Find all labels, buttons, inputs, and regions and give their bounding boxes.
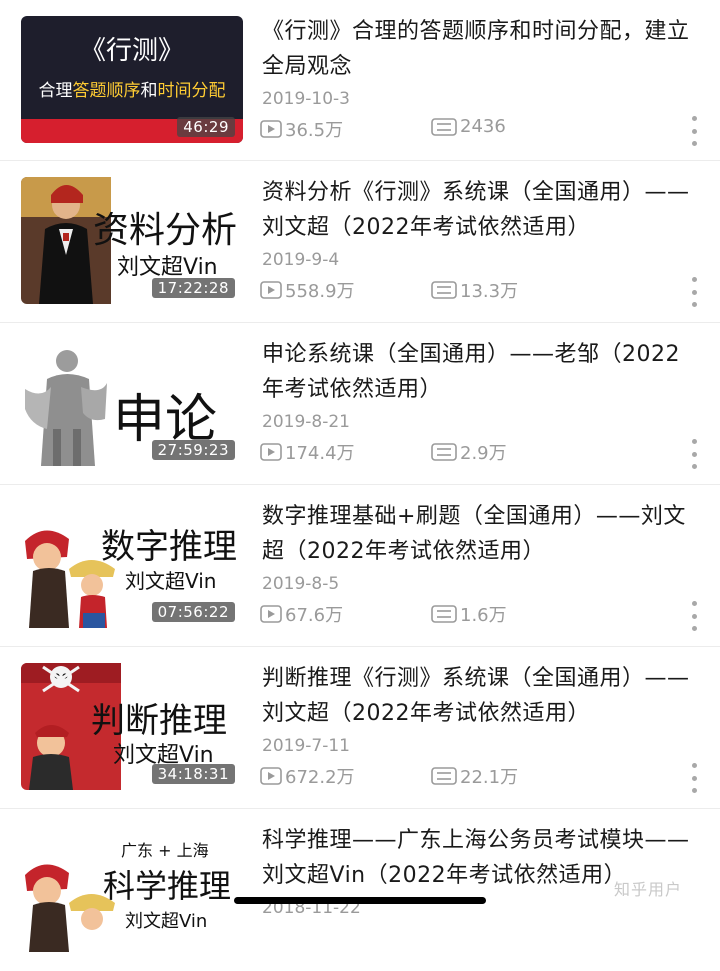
view-count: 672.2万 bbox=[260, 763, 355, 789]
comment-icon bbox=[431, 605, 457, 623]
video-item[interactable]: 《行测》 合理答题顺序和时间分配 46:29 《行测》合理的答题顺序和时间分配，… bbox=[0, 0, 720, 161]
more-vertical-icon[interactable] bbox=[690, 116, 698, 146]
video-list: 《行测》 合理答题顺序和时间分配 46:29 《行测》合理的答题顺序和时间分配，… bbox=[0, 0, 720, 971]
comment-count: 2436 bbox=[431, 116, 506, 137]
view-count: 558.9万 bbox=[260, 277, 355, 303]
comment-icon bbox=[431, 281, 457, 299]
comment-count: 22.1万 bbox=[431, 763, 518, 789]
play-icon bbox=[260, 443, 282, 461]
video-date: 2019-10-3 bbox=[262, 89, 350, 109]
duration-badge: 07:56:22 bbox=[151, 602, 235, 622]
thumbnail-title: 《行测》 bbox=[79, 36, 184, 66]
character-image bbox=[21, 339, 111, 466]
video-title[interactable]: 申论系统课（全国通用）——老邹（2022年考试依然适用） bbox=[262, 337, 702, 407]
thumbnail-title: 资料分析 bbox=[93, 210, 238, 251]
thumbnail-title: 判断推理 bbox=[91, 701, 227, 741]
comment-icon bbox=[431, 767, 457, 785]
video-title[interactable]: 《行测》合理的答题顺序和时间分配，建立全局观念 bbox=[262, 14, 702, 84]
comment-count: 1.6万 bbox=[431, 601, 507, 627]
video-item[interactable]: 申论 27:59:23 申论系统课（全国通用）——老邹（2022年考试依然适用）… bbox=[0, 323, 720, 485]
thumbnail-region: 广东 + 上海 bbox=[121, 841, 209, 860]
comment-count: 13.3万 bbox=[431, 277, 518, 303]
more-vertical-icon[interactable] bbox=[690, 439, 698, 469]
duration-badge: 17:22:28 bbox=[151, 278, 235, 298]
view-count: 36.5万 bbox=[260, 116, 343, 142]
watermark: 知乎用户 bbox=[614, 880, 683, 899]
thumbnail-title: 数字推理 bbox=[101, 527, 237, 567]
video-thumbnail[interactable]: 申论 27:59:23 bbox=[21, 339, 243, 466]
video-item[interactable]: 广东 + 上海 科学推理 刘文超Vin 科学推理——广东上海公务员考试模块——刘… bbox=[0, 809, 720, 971]
more-vertical-icon[interactable] bbox=[690, 601, 698, 631]
play-icon bbox=[260, 767, 282, 785]
thumbnail-subtitle: 合理答题顺序和时间分配 bbox=[38, 81, 226, 101]
video-thumbnail[interactable]: 《行测》 合理答题顺序和时间分配 46:29 bbox=[21, 16, 243, 143]
thumbnail-author: 刘文超Vin bbox=[125, 911, 208, 932]
video-date: 2019-8-21 bbox=[262, 412, 350, 432]
comment-icon bbox=[431, 443, 457, 461]
thumbnail-title: 科学推理 bbox=[103, 867, 232, 905]
home-indicator[interactable] bbox=[234, 897, 486, 904]
duration-badge: 46:29 bbox=[177, 117, 235, 137]
play-icon bbox=[260, 120, 282, 138]
video-date: 2019-9-4 bbox=[262, 250, 340, 270]
video-date: 2019-8-5 bbox=[262, 574, 340, 594]
thumbnail-author: 刘文超Vin bbox=[125, 569, 217, 593]
video-title[interactable]: 判断推理《行测》系统课（全国通用）——刘文超（2022年考试依然适用） bbox=[262, 661, 702, 731]
thumbnail-author: 刘文超Vin bbox=[117, 255, 218, 280]
video-item[interactable]: 资料分析 刘文超Vin 17:22:28 资料分析《行测》系统课（全国通用）——… bbox=[0, 161, 720, 323]
video-title[interactable]: 数字推理基础+刷题（全国通用）——刘文超（2022年考试依然适用） bbox=[262, 499, 702, 569]
video-title[interactable]: 资料分析《行测》系统课（全国通用）——刘文超（2022年考试依然适用） bbox=[262, 175, 702, 245]
video-thumbnail[interactable]: 广东 + 上海 科学推理 刘文超Vin bbox=[21, 825, 243, 952]
play-icon bbox=[260, 605, 282, 623]
comment-icon bbox=[431, 117, 457, 136]
play-icon bbox=[260, 281, 282, 299]
video-thumbnail[interactable]: 数字推理 刘文超Vin 07:56:22 bbox=[21, 501, 243, 628]
view-count: 67.6万 bbox=[260, 601, 343, 627]
more-vertical-icon[interactable] bbox=[690, 763, 698, 793]
duration-badge: 34:18:31 bbox=[151, 764, 235, 784]
view-count: 174.4万 bbox=[260, 439, 355, 465]
video-item[interactable]: 数字推理 刘文超Vin 07:56:22 数字推理基础+刷题（全国通用）——刘文… bbox=[0, 485, 720, 647]
duration-badge: 27:59:23 bbox=[151, 440, 235, 460]
comment-count: 2.9万 bbox=[431, 439, 507, 465]
video-date: 2019-7-11 bbox=[262, 736, 350, 756]
video-thumbnail[interactable]: 判断推理 刘文超Vin 34:18:31 bbox=[21, 663, 243, 790]
video-item[interactable]: 判断推理 刘文超Vin 34:18:31 判断推理《行测》系统课（全国通用）——… bbox=[0, 647, 720, 809]
more-vertical-icon[interactable] bbox=[690, 277, 698, 307]
video-thumbnail[interactable]: 资料分析 刘文超Vin 17:22:28 bbox=[21, 177, 243, 304]
